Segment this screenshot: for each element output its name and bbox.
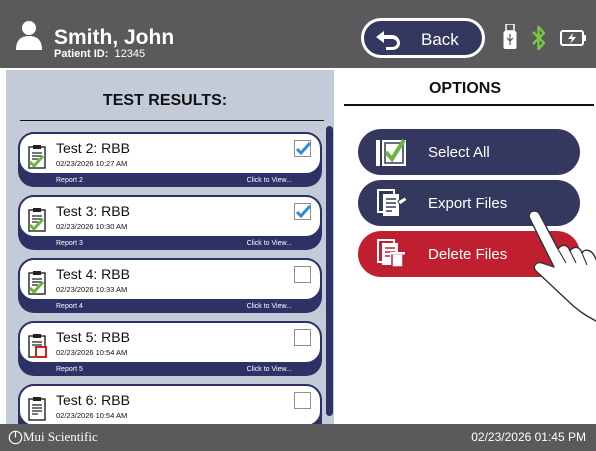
back-label: Back	[421, 30, 459, 49]
patient-id-value: 12345	[114, 48, 146, 60]
result-card-body: Test 6: RBB 02/23/2026 10:54 AM	[18, 384, 322, 424]
options-divider	[344, 104, 594, 106]
delete-files-label: Delete Files	[428, 246, 508, 263]
pointing-hand-icon	[528, 210, 596, 322]
export-files-label: Export Files	[428, 195, 508, 212]
result-title: Test 4: RBB	[56, 266, 130, 282]
result-report-label: Report 5	[56, 366, 83, 373]
result-report-label: Report 2	[56, 177, 83, 184]
result-checkbox[interactable]	[294, 392, 311, 409]
battery-charging-icon	[560, 30, 586, 46]
test-results-panel: TEST RESULTS: Test 2: RBB 02/23/2026 10:…	[6, 70, 334, 424]
clipboard-check-icon	[28, 145, 46, 169]
bluetooth-icon	[532, 25, 546, 51]
clipboard-error-icon	[28, 334, 47, 358]
result-checkbox[interactable]	[294, 140, 311, 157]
clipboard-icon	[28, 397, 46, 421]
usb-icon	[503, 24, 517, 49]
options-title: OPTIONS	[428, 80, 501, 97]
patient-name: Smith, John	[54, 26, 175, 49]
click-to-view-link[interactable]: Click to View...	[247, 303, 292, 310]
result-checkbox[interactable]	[294, 266, 311, 283]
header-bar: Smith, John Patient ID: 12345 Back	[0, 0, 596, 68]
checkmark-icon	[296, 142, 310, 156]
patient-id-label: Patient ID:	[54, 48, 109, 60]
results-scrollbar[interactable]	[326, 126, 333, 416]
click-to-view-link[interactable]: Click to View...	[247, 366, 292, 373]
result-title: Test 3: RBB	[56, 203, 130, 219]
click-to-view-link[interactable]: Click to View...	[247, 177, 292, 184]
result-checkbox[interactable]	[294, 329, 311, 346]
patient-id: Patient ID: 12345	[54, 48, 145, 60]
brand-name: Mui Scientific	[23, 429, 98, 444]
result-checkbox[interactable]	[294, 203, 311, 220]
result-report-label: Report 4	[56, 303, 83, 310]
result-title: Test 2: RBB	[56, 140, 130, 156]
result-card-test-5[interactable]: Test 5: RBB 02/23/2026 10:54 AM Report 5…	[18, 321, 322, 376]
test-results-title: TEST RESULTS:	[102, 92, 228, 109]
footer-datetime: 02/23/2026 01:45 PM	[471, 430, 586, 444]
result-card-body: Test 2: RBB 02/23/2026 10:27 AM	[18, 132, 322, 175]
result-card-body: Test 4: RBB 02/23/2026 10:33 AM	[18, 258, 322, 301]
back-arrow-icon	[376, 31, 400, 50]
test-results-list[interactable]: Test 2: RBB 02/23/2026 10:27 AM Report 2…	[6, 126, 326, 424]
back-button[interactable]: Back	[361, 18, 485, 58]
result-title: Test 5: RBB	[56, 329, 130, 345]
footer-bar: Mui Scientific 02/23/2026 01:45 PM	[0, 424, 596, 451]
checkmark-icon	[296, 205, 310, 219]
result-title: Test 6: RBB	[56, 392, 130, 408]
select-all-label: Select All	[428, 144, 490, 161]
result-date: 02/23/2026 10:54 AM	[56, 348, 128, 357]
result-card-test-3[interactable]: Test 3: RBB 02/23/2026 10:30 AM Report 3…	[18, 195, 322, 250]
export-files-icon	[377, 189, 408, 216]
result-date: 02/23/2026 10:33 AM	[56, 285, 128, 294]
result-card-test-6[interactable]: Test 6: RBB 02/23/2026 10:54 AM	[18, 384, 322, 424]
clipboard-check-icon	[28, 271, 46, 295]
result-card-test-4[interactable]: Test 4: RBB 02/23/2026 10:33 AM Report 4…	[18, 258, 322, 313]
delete-files-icon	[377, 239, 405, 268]
clipboard-check-icon	[28, 208, 46, 232]
select-all-button[interactable]: Select All	[358, 129, 580, 175]
test-results-divider	[20, 120, 324, 121]
result-report-label: Report 3	[56, 240, 83, 247]
click-to-view-link[interactable]: Click to View...	[247, 240, 292, 247]
result-card-body: Test 5: RBB 02/23/2026 10:54 AM	[18, 321, 322, 364]
brand-logo-icon	[8, 430, 23, 445]
result-date: 02/23/2026 10:54 AM	[56, 411, 128, 420]
user-icon	[16, 21, 42, 50]
result-card-body: Test 3: RBB 02/23/2026 10:30 AM	[18, 195, 322, 238]
result-card-test-2[interactable]: Test 2: RBB 02/23/2026 10:27 AM Report 2…	[18, 132, 322, 187]
options-panel: OPTIONS Select All Export Files Delete F…	[334, 70, 596, 424]
select-all-icon	[376, 138, 406, 166]
result-date: 02/23/2026 10:30 AM	[56, 222, 128, 231]
result-date: 02/23/2026 10:27 AM	[56, 159, 128, 168]
